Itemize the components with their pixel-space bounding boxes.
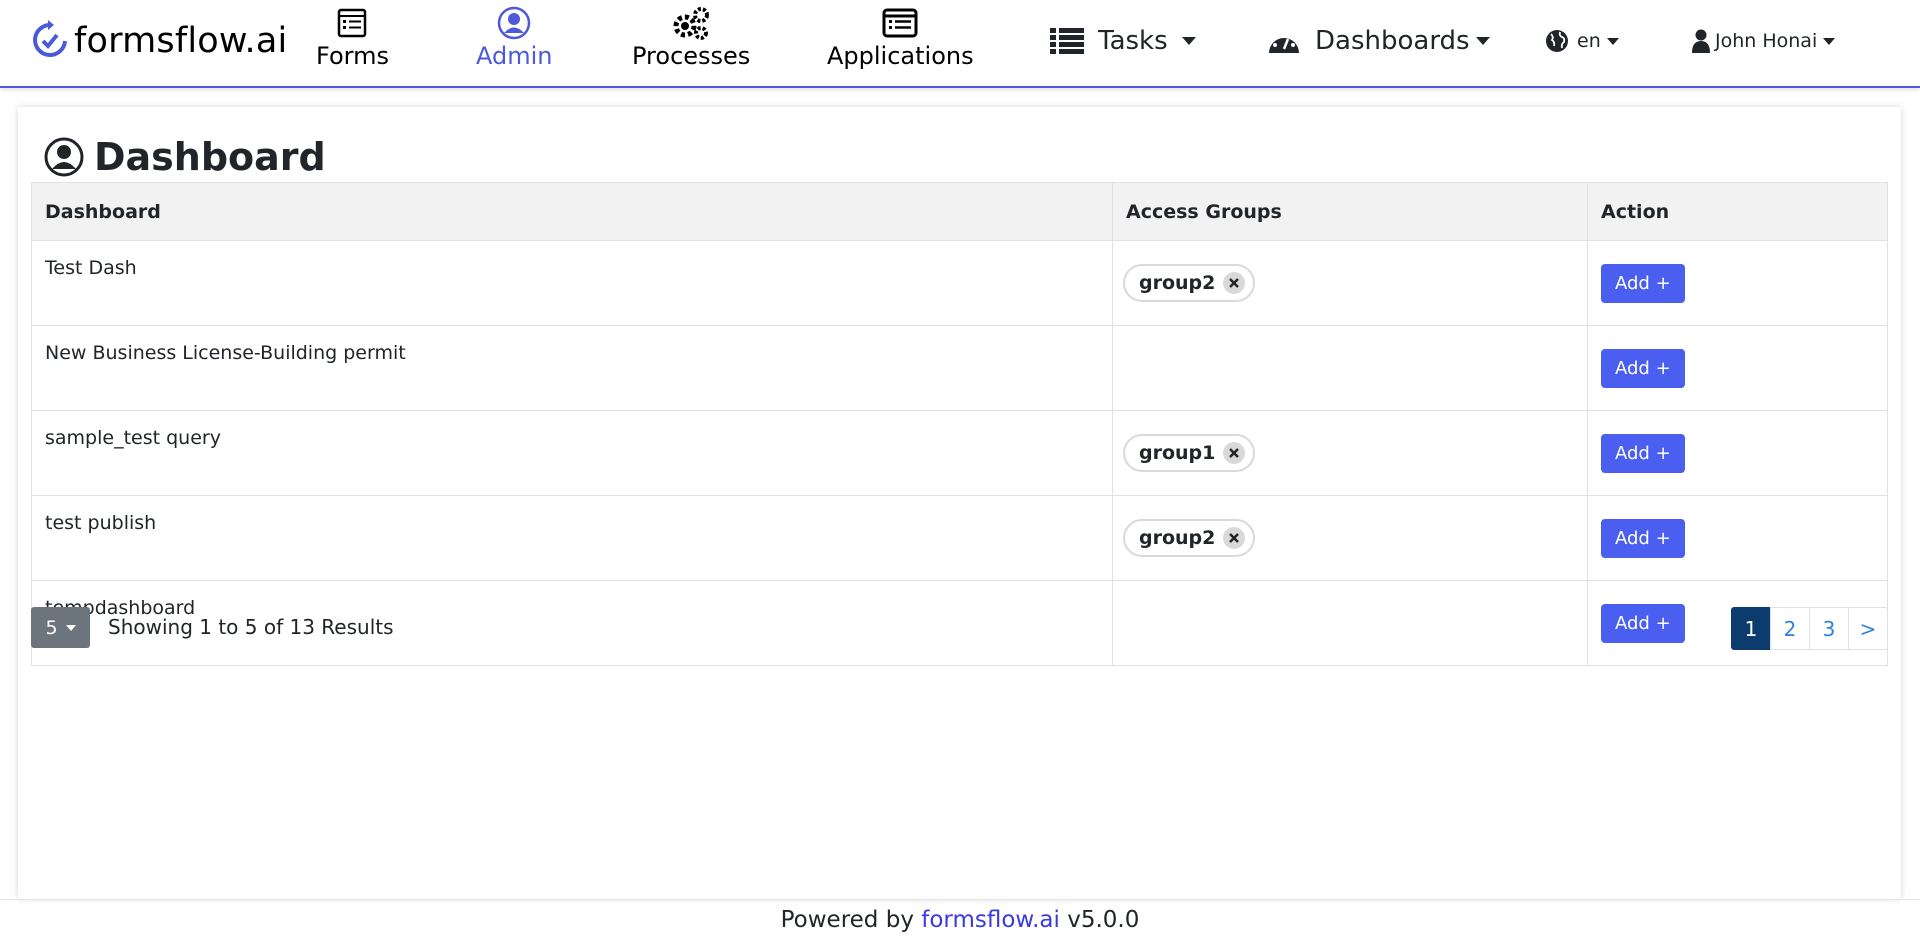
add-group-button[interactable]: Add + xyxy=(1601,518,1685,558)
globe-icon xyxy=(1546,30,1568,52)
access-groups-cell xyxy=(1112,580,1588,666)
user-circle-icon xyxy=(44,137,84,177)
action-cell: Add + xyxy=(1587,410,1888,496)
nav-processes-label: Processes xyxy=(632,42,751,70)
dashboard-name: New Business License-Building permit xyxy=(31,325,1113,411)
access-groups-cell: group1 xyxy=(1112,410,1588,496)
close-icon xyxy=(1229,533,1240,543)
top-navbar: formsflow.ai Forms Admin Processes Appli… xyxy=(0,0,1920,88)
dashboard-table: Dashboard Access Groups Action Test Dash… xyxy=(31,182,1888,666)
language-dropdown[interactable]: en xyxy=(1545,18,1619,64)
user-name: John Honai xyxy=(1715,30,1818,52)
forms-icon xyxy=(338,8,367,38)
column-header-access-groups: Access Groups xyxy=(1112,182,1588,241)
action-cell: Add + xyxy=(1587,495,1888,581)
dashboard-name: Test Dash xyxy=(31,240,1113,326)
group-chip-label: group1 xyxy=(1139,442,1216,464)
list-window-icon xyxy=(882,8,918,38)
access-groups-cell: group2 xyxy=(1112,495,1588,581)
nav-applications-label: Applications xyxy=(827,42,974,70)
user-icon xyxy=(1692,29,1710,53)
page-title: Dashboard xyxy=(94,135,326,179)
group-chip: group2 xyxy=(1123,264,1256,302)
page-link-3[interactable]: 3 xyxy=(1809,607,1849,650)
nav-tasks-label: Tasks xyxy=(1098,26,1168,56)
add-group-button[interactable]: Add + xyxy=(1601,603,1685,643)
table-row: Test Dash group2 Add + xyxy=(31,240,1888,326)
dashboard-name: sample_test query xyxy=(31,410,1113,496)
main-card: Dashboard Dashboard Access Groups Action… xyxy=(18,107,1901,899)
action-cell: Add + xyxy=(1587,240,1888,326)
user-dropdown[interactable]: John Honai xyxy=(1691,18,1836,64)
page-header: Dashboard xyxy=(44,135,326,179)
footer: Powered by formsflow.ai v5.0.0 xyxy=(0,899,1920,937)
chevron-down-icon xyxy=(1475,37,1490,45)
nav-forms-label: Forms xyxy=(316,42,389,70)
group-chip: group1 xyxy=(1123,434,1256,472)
page-link-2[interactable]: 2 xyxy=(1770,607,1810,650)
tachometer-icon xyxy=(1269,32,1299,53)
add-group-button[interactable]: Add + xyxy=(1601,433,1685,473)
page-link-1[interactable]: 1 xyxy=(1731,607,1771,650)
nav-dashboards-dropdown[interactable]: Dashboards xyxy=(1267,18,1490,64)
chevron-down-icon xyxy=(1823,37,1836,45)
footer-prefix: Powered by xyxy=(780,907,922,933)
add-group-button[interactable]: Add + xyxy=(1601,263,1685,303)
access-groups-cell: group2 xyxy=(1112,240,1588,326)
remove-group-button[interactable] xyxy=(1223,442,1246,464)
results-summary: Showing 1 to 5 of 13 Results xyxy=(108,615,394,639)
pagination: 1 2 3 > xyxy=(1731,607,1888,650)
nav-processes[interactable]: Processes xyxy=(632,4,750,70)
formsflow-logo-icon xyxy=(33,20,67,57)
brand[interactable]: formsflow.ai xyxy=(30,16,287,66)
nav-admin[interactable]: Admin xyxy=(476,4,553,70)
close-icon xyxy=(1229,278,1240,288)
chevron-down-icon xyxy=(1606,37,1619,45)
next-page-link[interactable]: > xyxy=(1848,607,1888,650)
group-chip-label: group2 xyxy=(1139,527,1216,549)
remove-group-button[interactable] xyxy=(1223,272,1246,294)
table-row: test publish group2 Add + xyxy=(31,495,1888,581)
column-header-action: Action xyxy=(1587,182,1888,241)
table-row: sample_test query group1 Add + xyxy=(31,410,1888,496)
footer-version: v5.0.0 xyxy=(1059,907,1140,933)
nav-forms[interactable]: Forms xyxy=(316,4,389,70)
remove-group-button[interactable] xyxy=(1223,527,1246,549)
group-chip-label: group2 xyxy=(1139,272,1216,294)
dashboard-name: test publish xyxy=(31,495,1113,581)
chevron-down-icon xyxy=(1181,37,1196,45)
page-size-value: 5 xyxy=(45,616,58,639)
column-header-dashboard: Dashboard xyxy=(31,182,1113,241)
table-row: New Business License-Building permit Add… xyxy=(31,325,1888,411)
tasks-list-icon xyxy=(1050,28,1084,54)
nav-tasks-dropdown[interactable]: Tasks xyxy=(1050,18,1196,64)
chevron-down-icon xyxy=(65,624,76,631)
access-groups-cell xyxy=(1112,325,1588,411)
add-group-button[interactable]: Add + xyxy=(1601,348,1685,388)
nav-dashboards-label: Dashboards xyxy=(1315,26,1470,56)
close-icon xyxy=(1229,448,1240,458)
user-circle-icon xyxy=(498,6,531,40)
nav-applications[interactable]: Applications xyxy=(827,4,974,70)
page-size-dropdown[interactable]: 5 xyxy=(31,607,90,648)
table-header-row: Dashboard Access Groups Action xyxy=(31,182,1888,241)
footer-link[interactable]: formsflow.ai xyxy=(921,907,1060,933)
language-label: en xyxy=(1577,30,1601,52)
cogs-icon xyxy=(673,7,710,40)
action-cell: Add + xyxy=(1587,325,1888,411)
nav-admin-label: Admin xyxy=(476,42,553,70)
group-chip: group2 xyxy=(1123,519,1256,557)
brand-name: formsflow.ai xyxy=(74,21,288,61)
